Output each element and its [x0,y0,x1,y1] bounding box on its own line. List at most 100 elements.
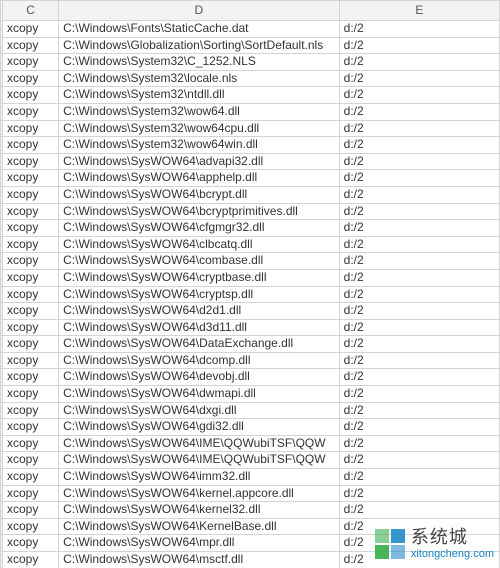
cell-e[interactable]: d:/2 [339,70,499,87]
cell-d[interactable]: C:\Windows\System32\locale.nls [59,70,340,87]
cell-e[interactable]: d:/2 [339,54,499,71]
cell-c[interactable]: xcopy [3,120,59,137]
cell-e[interactable]: d:/2 [339,37,499,54]
cell-e[interactable]: d:/2 [339,518,499,535]
spreadsheet-grid[interactable]: C D E xcopyC:\Windows\Fonts\StaticCache.… [0,0,500,568]
cell-e[interactable]: d:/2 [339,120,499,137]
cell-d[interactable]: C:\Windows\SysWOW64\kernel.appcore.dll [59,485,340,502]
cell-c[interactable]: xcopy [3,269,59,286]
cell-e[interactable]: d:/2 [339,303,499,320]
cell-d[interactable]: C:\Windows\System32\C_1252.NLS [59,54,340,71]
cell-e[interactable]: d:/2 [339,352,499,369]
cell-e[interactable]: d:/2 [339,203,499,220]
cell-c[interactable]: xcopy [3,186,59,203]
cell-c[interactable]: xcopy [3,37,59,54]
cell-e[interactable]: d:/2 [339,386,499,403]
cell-c[interactable]: xcopy [3,70,59,87]
cell-d[interactable]: C:\Windows\SysWOW64\gdi32.dll [59,419,340,436]
cell-e[interactable]: d:/2 [339,87,499,104]
cell-c[interactable]: xcopy [3,518,59,535]
table-row[interactable]: xcopyC:\Windows\SysWOW64\advapi32.dlld:/… [1,153,500,170]
column-header-c[interactable]: C [3,1,59,21]
cell-e[interactable]: d:/2 [339,220,499,237]
table-row[interactable]: xcopyC:\Windows\SysWOW64\devobj.dlld:/2 [1,369,500,386]
cell-c[interactable]: xcopy [3,54,59,71]
table-row[interactable]: xcopyC:\Windows\SysWOW64\gdi32.dlld:/2 [1,419,500,436]
cell-d[interactable]: C:\Windows\SysWOW64\clbcatq.dll [59,236,340,253]
cell-c[interactable]: xcopy [3,253,59,270]
table-row[interactable]: xcopyC:\Windows\SysWOW64\cfgmgr32.dlld:/… [1,220,500,237]
table-row[interactable]: xcopyC:\Windows\SysWOW64\imm32.dlld:/2 [1,469,500,486]
cell-c[interactable]: xcopy [3,303,59,320]
cell-d[interactable]: C:\Windows\SysWOW64\dxgi.dll [59,402,340,419]
table-row[interactable]: xcopyC:\Windows\SysWOW64\dcomp.dlld:/2 [1,352,500,369]
table-row[interactable]: xcopyC:\Windows\System32\wow64cpu.dlld:/… [1,120,500,137]
cell-d[interactable]: C:\Windows\SysWOW64\dwmapi.dll [59,386,340,403]
cell-c[interactable]: xcopy [3,402,59,419]
table-row[interactable]: xcopyC:\Windows\SysWOW64\bcryptprimitive… [1,203,500,220]
table-row[interactable]: xcopyC:\Windows\Globalization\Sorting\So… [1,37,500,54]
cell-d[interactable]: C:\Windows\Fonts\StaticCache.dat [59,21,340,38]
cell-c[interactable]: xcopy [3,21,59,38]
cell-d[interactable]: C:\Windows\Globalization\Sorting\SortDef… [59,37,340,54]
table-row[interactable]: xcopyC:\Windows\SysWOW64\mpr.dlld:/2 [1,535,500,552]
cell-c[interactable]: xcopy [3,170,59,187]
cell-e[interactable]: d:/2 [339,502,499,519]
cell-e[interactable]: d:/2 [339,21,499,38]
cell-d[interactable]: C:\Windows\SysWOW64\IME\QQWubiTSF\QQW [59,435,340,452]
table-row[interactable]: xcopyC:\Windows\System32\C_1252.NLSd:/2 [1,54,500,71]
cell-e[interactable]: d:/2 [339,253,499,270]
cell-e[interactable]: d:/2 [339,485,499,502]
cell-d[interactable]: C:\Windows\SysWOW64\d2d1.dll [59,303,340,320]
cell-c[interactable]: xcopy [3,369,59,386]
cell-e[interactable]: d:/2 [339,137,499,154]
cell-c[interactable]: xcopy [3,87,59,104]
cell-d[interactable]: C:\Windows\SysWOW64\IME\QQWubiTSF\QQW [59,452,340,469]
cell-d[interactable]: C:\Windows\System32\wow64win.dll [59,137,340,154]
cell-c[interactable]: xcopy [3,485,59,502]
cell-c[interactable]: xcopy [3,535,59,552]
cell-d[interactable]: C:\Windows\SysWOW64\bcrypt.dll [59,186,340,203]
cell-d[interactable]: C:\Windows\SysWOW64\KernelBase.dll [59,518,340,535]
cell-e[interactable]: d:/2 [339,170,499,187]
cell-d[interactable]: C:\Windows\SysWOW64\cryptbase.dll [59,269,340,286]
table-row[interactable]: xcopyC:\Windows\System32\wow64win.dlld:/… [1,137,500,154]
cell-c[interactable]: xcopy [3,236,59,253]
table-row[interactable]: xcopyC:\Windows\System32\locale.nlsd:/2 [1,70,500,87]
table-row[interactable]: xcopyC:\Windows\SysWOW64\IME\QQWubiTSF\Q… [1,435,500,452]
table-row[interactable]: xcopyC:\Windows\Fonts\StaticCache.datd:/… [1,21,500,38]
cell-e[interactable]: d:/2 [339,236,499,253]
cell-c[interactable]: xcopy [3,286,59,303]
cell-d[interactable]: C:\Windows\SysWOW64\imm32.dll [59,469,340,486]
table-row[interactable]: xcopyC:\Windows\SysWOW64\dwmapi.dlld:/2 [1,386,500,403]
table-row[interactable]: xcopyC:\Windows\SysWOW64\kernel.appcore.… [1,485,500,502]
cell-d[interactable]: C:\Windows\SysWOW64\d3d11.dll [59,319,340,336]
cell-e[interactable]: d:/2 [339,336,499,353]
cell-e[interactable]: d:/2 [339,402,499,419]
cell-c[interactable]: xcopy [3,137,59,154]
cell-c[interactable]: xcopy [3,469,59,486]
cell-d[interactable]: C:\Windows\SysWOW64\cfgmgr32.dll [59,220,340,237]
cell-d[interactable]: C:\Windows\SysWOW64\mpr.dll [59,535,340,552]
cell-d[interactable]: C:\Windows\SysWOW64\bcryptprimitives.dll [59,203,340,220]
table-row[interactable]: xcopyC:\Windows\SysWOW64\cryptbase.dlld:… [1,269,500,286]
cell-c[interactable]: xcopy [3,153,59,170]
cell-e[interactable]: d:/2 [339,186,499,203]
cell-d[interactable]: C:\Windows\SysWOW64\devobj.dll [59,369,340,386]
cell-d[interactable]: C:\Windows\System32\wow64.dll [59,103,340,120]
cell-e[interactable]: d:/2 [339,286,499,303]
cell-d[interactable]: C:\Windows\SysWOW64\apphelp.dll [59,170,340,187]
cell-e[interactable]: d:/2 [339,452,499,469]
cell-c[interactable]: xcopy [3,552,59,568]
cell-c[interactable]: xcopy [3,452,59,469]
cell-c[interactable]: xcopy [3,419,59,436]
cell-d[interactable]: C:\Windows\SysWOW64\kernel32.dll [59,502,340,519]
cell-c[interactable]: xcopy [3,502,59,519]
cell-c[interactable]: xcopy [3,203,59,220]
cell-e[interactable]: d:/2 [339,535,499,552]
column-header-e[interactable]: E [339,1,499,21]
table-row[interactable]: xcopyC:\Windows\SysWOW64\IME\QQWubiTSF\Q… [1,452,500,469]
table-row[interactable]: xcopyC:\Windows\SysWOW64\bcrypt.dlld:/2 [1,186,500,203]
cell-d[interactable]: C:\Windows\System32\ntdll.dll [59,87,340,104]
cell-d[interactable]: C:\Windows\SysWOW64\dcomp.dll [59,352,340,369]
